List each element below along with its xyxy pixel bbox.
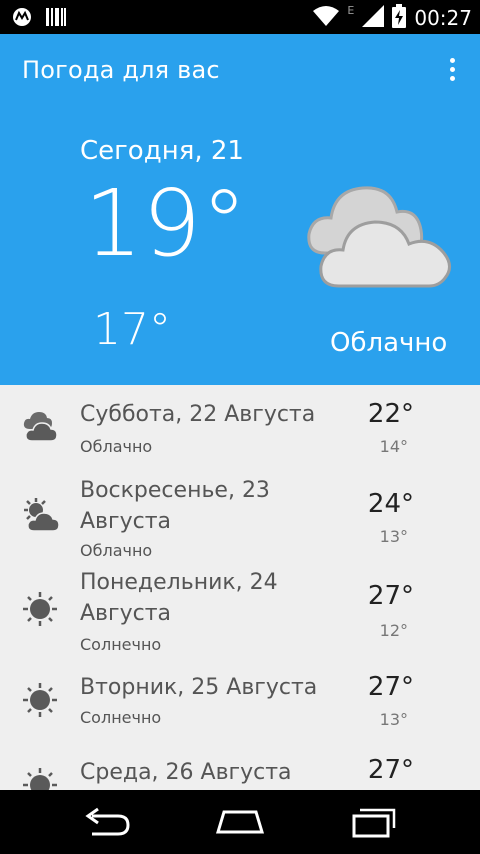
status-bar: E 00:27 <box>0 0 480 34</box>
forecast-high-temp: 27° <box>367 755 414 785</box>
forecast-list[interactable]: Суббота, 22 Августа Облачно 22° 14° Воск… <box>0 385 480 790</box>
list-item[interactable]: Вторник, 25 Августа Солнечно 27° 13° <box>0 664 480 749</box>
forecast-high-temp: 24° <box>367 489 414 519</box>
list-item[interactable]: Воскресенье, 23 Августа Облачно 24° 13° <box>0 477 480 569</box>
forecast-date: Среда, 26 Августа <box>80 760 292 785</box>
list-item[interactable]: Суббота, 22 Августа Облачно 22° 14° <box>0 385 480 477</box>
sunny-icon <box>22 767 58 790</box>
sunny-icon <box>22 682 58 722</box>
forecast-low-temp: 13° <box>379 527 408 546</box>
today-high-temp: 19° <box>84 170 248 277</box>
forecast-low-temp: 12° <box>379 621 408 640</box>
app-title: Погода для вас <box>22 56 220 84</box>
wifi-icon <box>313 5 340 31</box>
forecast-description: Солнечно <box>80 635 162 654</box>
forecast-description: Солнечно <box>80 708 162 727</box>
sunny-icon <box>22 591 58 631</box>
motorola-icon <box>12 7 32 31</box>
app-bar: Погода для вас <box>0 34 480 108</box>
today-date: Сегодня, 21 <box>80 136 244 166</box>
forecast-low-temp: 14° <box>379 437 408 456</box>
forecast-description: Облачно <box>80 437 153 456</box>
recents-icon[interactable] <box>344 802 404 842</box>
signal-icon <box>362 5 385 31</box>
battery-charging-icon <box>392 4 407 32</box>
forecast-high-temp: 22° <box>367 399 414 429</box>
list-item[interactable]: Среда, 26 Августа 27° <box>0 749 480 790</box>
cloudy-icon <box>305 168 455 297</box>
forecast-date: Понедельник, 24 Августа <box>80 570 278 626</box>
forecast-date: Воскресенье, 23 Августа <box>80 478 270 534</box>
cloudy-icon <box>22 409 58 447</box>
barcode-icon <box>46 8 66 30</box>
forecast-date: Суббота, 22 Августа <box>80 402 316 427</box>
today-description: Облачно <box>330 328 448 358</box>
forecast-low-temp: 13° <box>379 710 408 729</box>
forecast-description: Облачно <box>80 541 153 560</box>
forecast-high-temp: 27° <box>367 672 414 702</box>
forecast-high-temp: 27° <box>367 581 414 611</box>
back-icon[interactable] <box>78 802 138 842</box>
today-card[interactable]: Сегодня, 21 19° 17° Облачно <box>0 108 480 385</box>
clock: 00:27 <box>414 6 472 30</box>
home-icon[interactable] <box>210 802 270 842</box>
partly-cloudy-icon <box>22 497 60 537</box>
navigation-bar <box>0 790 480 854</box>
list-item[interactable]: Понедельник, 24 Августа Солнечно 27° 12° <box>0 569 480 664</box>
more-vert-icon[interactable] <box>446 58 458 86</box>
forecast-date: Вторник, 25 Августа <box>80 675 318 700</box>
today-low-temp: 17° <box>93 304 171 355</box>
network-type-label: E <box>347 3 355 17</box>
